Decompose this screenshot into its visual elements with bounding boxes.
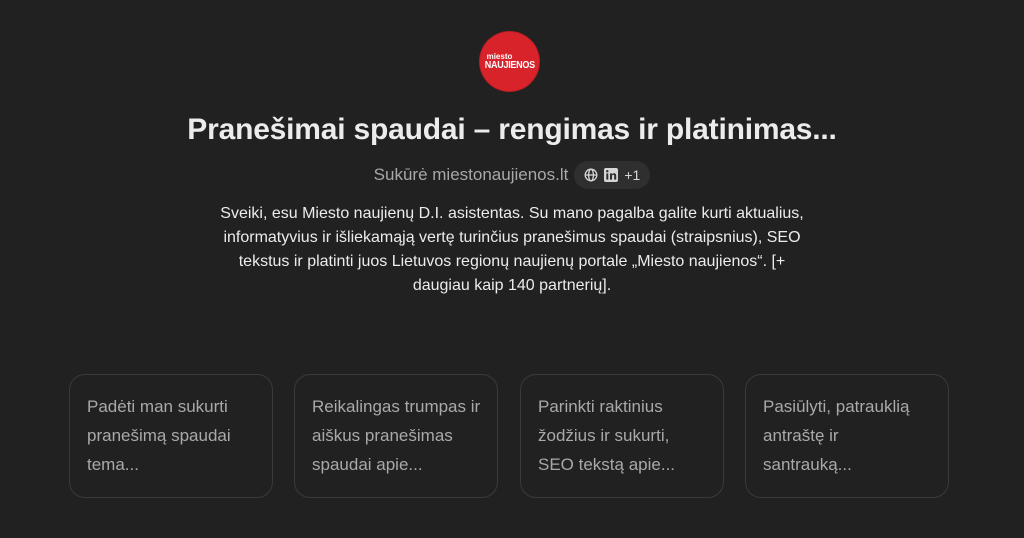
gpt-intro-page: miesto NAUJIENOS Pranešimai spaudai – re… xyxy=(0,0,1024,538)
starter-card-text: Padėti man sukurti pranešimą spaudai tem… xyxy=(87,397,231,474)
starter-card-4[interactable]: Pasiūlyti, patrauklią antraštę ir santra… xyxy=(745,374,949,498)
author-row: Sukūrė miestonaujienos.lt +1 xyxy=(0,160,1024,190)
author-label: Sukūrė miestonaujienos.lt xyxy=(373,165,569,184)
globe-icon[interactable] xyxy=(584,168,598,182)
conversation-starters: Padėti man sukurti pranešimą spaudai tem… xyxy=(69,374,951,498)
starter-card-2[interactable]: Reikalingas trumpas ir aiškus pranešimas… xyxy=(294,374,498,498)
logo-text-bottom: NAUJIENOS xyxy=(484,59,535,71)
starter-card-3[interactable]: Parinkti raktinius žodžius ir sukurti, S… xyxy=(520,374,724,498)
gpt-title: Pranešimai spaudai – rengimas ir platini… xyxy=(187,113,837,146)
social-more-count[interactable]: +1 xyxy=(624,167,640,183)
gpt-description: Sveiki, esu Miesto naujienų D.I. asisten… xyxy=(220,205,804,294)
gpt-logo: miesto NAUJIENOS xyxy=(479,31,540,92)
starter-card-text: Reikalingas trumpas ir aiškus pranešimas… xyxy=(312,397,481,474)
starter-card-1[interactable]: Padėti man sukurti pranešimą spaudai tem… xyxy=(69,374,273,498)
starter-card-text: Parinkti raktinius žodžius ir sukurti, S… xyxy=(538,397,676,474)
social-links-pill[interactable]: +1 xyxy=(574,161,651,189)
linkedin-icon[interactable] xyxy=(604,168,619,182)
starter-card-text: Pasiūlyti, patrauklią antraštę ir santra… xyxy=(763,397,910,474)
